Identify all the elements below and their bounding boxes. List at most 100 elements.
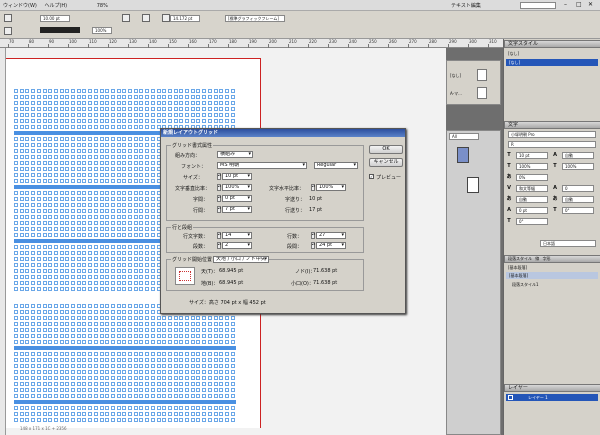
- size-field[interactable]: 10 pt: [222, 173, 252, 180]
- ruler-label: 100: [69, 39, 77, 44]
- page-thumb-1[interactable]: [457, 147, 469, 163]
- frame-type-select[interactable]: [標準グラフィックフレーム]: [225, 15, 285, 22]
- char-skew-field[interactable]: 0°: [562, 207, 594, 214]
- grid-cell: [99, 394, 104, 398]
- para-style-1[interactable]: 段落スタイル1: [512, 282, 539, 288]
- grid-start-select[interactable]: 天地 / 小口 / ノド中央: [213, 256, 269, 263]
- char-baseline-field[interactable]: 0 pt: [516, 207, 548, 214]
- search-field[interactable]: [520, 2, 556, 9]
- grid-cell: [122, 167, 127, 171]
- font-size-field[interactable]: 10.00 pt: [40, 15, 70, 22]
- layer-visibility-icon[interactable]: [508, 395, 513, 400]
- grid-cell: [19, 322, 24, 326]
- para-style-tab[interactable]: 段落スタイル: [508, 256, 532, 261]
- grid-cell: [93, 125, 98, 129]
- columns-field[interactable]: 2: [222, 242, 252, 249]
- align-icon[interactable]: [122, 14, 130, 22]
- font-weight-select[interactable]: R: [508, 141, 596, 148]
- minimize-icon[interactable]: –: [564, 1, 567, 8]
- char-hscale-field[interactable]: 100%: [562, 163, 594, 170]
- grid-cell: [224, 334, 229, 338]
- vscale-spinner[interactable]: ▴▾: [217, 184, 221, 191]
- stroke-style[interactable]: [40, 27, 80, 33]
- grid-cell: [48, 251, 53, 255]
- layers-panel-title[interactable]: レイヤー: [504, 384, 600, 392]
- grid-cell: [116, 376, 121, 380]
- grid-cell: [128, 376, 132, 380]
- grid-cell: [93, 101, 98, 105]
- pages-filter-select[interactable]: All: [449, 133, 479, 140]
- linespace-field[interactable]: 7 pt: [222, 206, 252, 213]
- charspace-spinner[interactable]: ▴▾: [217, 195, 221, 202]
- close-icon[interactable]: ✕: [588, 1, 593, 8]
- char-kerning-field[interactable]: 和文等幅: [516, 185, 548, 192]
- grid-cell: [196, 370, 201, 374]
- char-aki-before-field[interactable]: 自動: [516, 196, 548, 203]
- ok-button[interactable]: OK: [369, 145, 403, 154]
- grid-cell: [42, 173, 47, 177]
- grid-cell: [110, 334, 115, 338]
- para-style-basic[interactable]: [基本段落]: [506, 272, 598, 279]
- direction-select[interactable]: 横組み: [217, 151, 253, 158]
- char-style-item[interactable]: [なし]: [508, 51, 519, 57]
- para-style-current[interactable]: [基本段落]: [508, 265, 527, 271]
- grid-cell: [42, 316, 47, 320]
- hscale-field[interactable]: 100%: [316, 184, 346, 191]
- leading-field[interactable]: 14.172 pt: [170, 15, 200, 22]
- frame-icon[interactable]: [162, 14, 170, 22]
- gutter-spinner[interactable]: ▴▾: [311, 242, 315, 249]
- gutter-field[interactable]: 24 pt: [316, 242, 346, 249]
- fill-icon[interactable]: [4, 27, 12, 35]
- menu-window[interactable]: ウィンドウ(W): [0, 0, 40, 11]
- workspace-selector[interactable]: テキスト編集: [448, 0, 484, 11]
- para-style-panel-title[interactable]: 段落スタイル 線 字形: [504, 255, 600, 263]
- char-tracking-field[interactable]: 0: [562, 185, 594, 192]
- maximize-icon[interactable]: □: [576, 1, 582, 8]
- columns-spinner[interactable]: ▴▾: [217, 242, 221, 249]
- char-vscale-field[interactable]: 100%: [516, 163, 548, 170]
- grid-cell: [150, 227, 155, 231]
- char-leading-field[interactable]: 自動: [562, 152, 594, 159]
- cancel-button[interactable]: キャンセル: [369, 158, 403, 167]
- size-spinner[interactable]: ▴▾: [217, 173, 221, 180]
- char-tsume-field[interactable]: 0%: [516, 174, 548, 181]
- hscale-spinner[interactable]: ▴▾: [311, 184, 315, 191]
- chars-per-line-field[interactable]: 14: [222, 232, 252, 239]
- charspace-field[interactable]: 0 pt: [222, 195, 252, 202]
- char-size-field[interactable]: 10 pt: [516, 152, 548, 159]
- linespace-spinner[interactable]: ▴▾: [217, 206, 221, 213]
- grid-cell: [133, 412, 138, 416]
- char-aki-after-field[interactable]: 自動: [562, 196, 594, 203]
- grid-cell: [128, 137, 132, 141]
- font-select[interactable]: MS 明朝: [217, 162, 307, 169]
- page-thumb-none[interactable]: [477, 69, 487, 81]
- zoom-level[interactable]: 78%: [94, 1, 111, 11]
- percent-field[interactable]: 100%: [92, 27, 112, 34]
- grid-cell: [48, 149, 53, 153]
- vscale-field[interactable]: 100%: [222, 184, 252, 191]
- char-rotate-field[interactable]: 0°: [516, 218, 548, 225]
- char-style-panel-title[interactable]: 文字スタイル: [504, 40, 600, 48]
- page-thumb-master[interactable]: [477, 87, 487, 99]
- font-family-select[interactable]: 小塚明朝 Pro: [508, 131, 596, 138]
- char-panel-title[interactable]: 文字: [504, 121, 600, 129]
- text-wrap-icon[interactable]: [142, 14, 150, 22]
- glyph-tab[interactable]: 字形: [543, 256, 551, 261]
- stroke-tab[interactable]: 線: [535, 256, 539, 261]
- lines-count-spinner[interactable]: ▴▾: [311, 232, 315, 239]
- grid-cell: [145, 203, 150, 207]
- grid-cell: [99, 149, 104, 153]
- menu-help[interactable]: ヘルプ(H): [41, 0, 70, 11]
- font-style-select[interactable]: Regular: [314, 162, 358, 169]
- char-language-select[interactable]: 日本語: [540, 240, 596, 247]
- stroke-icon[interactable]: [4, 14, 12, 22]
- grid-cell: [93, 412, 98, 416]
- preview-checkbox[interactable]: ✓: [369, 174, 374, 179]
- layer-row[interactable]: レイヤー 1: [506, 394, 598, 401]
- grid-cell: [122, 149, 127, 153]
- lines-count-field[interactable]: 27: [316, 232, 346, 239]
- page-thumb-2[interactable]: [467, 177, 479, 193]
- char-style-selected[interactable]: [なし]: [506, 59, 598, 66]
- chars-per-line-spinner[interactable]: ▴▾: [217, 232, 221, 239]
- grid-cell: [25, 173, 30, 177]
